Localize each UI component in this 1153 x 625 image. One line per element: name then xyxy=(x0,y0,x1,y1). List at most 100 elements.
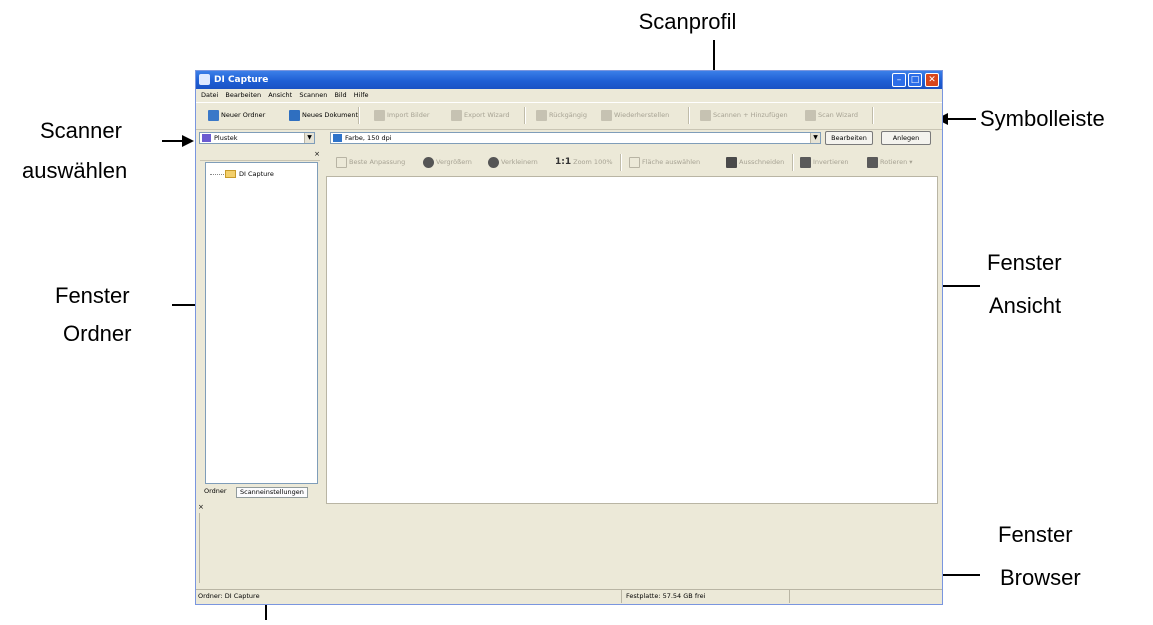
import-images-button[interactable]: Import Bilder xyxy=(374,109,430,121)
maximize-button[interactable]: □ xyxy=(908,73,922,87)
select-area-button[interactable]: Fläche auswählen xyxy=(629,156,700,168)
zoom-ratio-icon: 1:1 xyxy=(555,157,572,167)
folder-pane-close-icon[interactable]: × xyxy=(314,150,320,158)
invert-icon xyxy=(800,156,811,168)
annotation-fenster-browser-line2: Browser xyxy=(1000,565,1081,590)
toolbar-separator xyxy=(524,107,526,124)
crop-icon xyxy=(726,156,737,168)
profile-icon xyxy=(333,134,342,142)
zoom-in-icon xyxy=(423,156,434,168)
annotation-scanprofil: Scanprofil xyxy=(638,9,737,34)
scanner-icon xyxy=(202,134,211,142)
status-divider xyxy=(789,590,790,603)
rotate-button[interactable]: Rotieren ▾ xyxy=(867,156,913,168)
tree-connector xyxy=(210,174,224,175)
chevron-down-icon[interactable]: ▼ xyxy=(810,133,820,143)
folder-tree[interactable]: DI Capture xyxy=(205,162,318,484)
new-folder-button[interactable]: Neuer Ordner xyxy=(208,109,265,121)
zoom-out-button[interactable]: Verkleinern xyxy=(488,156,538,168)
zoom-in-button[interactable]: Vergrößern xyxy=(423,156,472,168)
app-window: DI Capture – □ ✕ Datei Bearbeiten Ansich… xyxy=(195,70,943,605)
undo-icon xyxy=(536,109,547,121)
best-fit-icon xyxy=(336,156,347,168)
tab-scanneinstellungen[interactable]: Scanneinstellungen xyxy=(236,487,308,498)
arrow-scanner-head xyxy=(182,135,194,147)
rotate-icon xyxy=(867,156,878,168)
toolbar-separator xyxy=(872,107,874,124)
app-icon xyxy=(199,74,210,85)
export-icon xyxy=(451,109,462,121)
new-document-icon xyxy=(289,109,300,121)
toolbar-separator xyxy=(358,107,360,124)
menu-scannen[interactable]: Scannen xyxy=(299,91,327,99)
scan-wizard-button[interactable]: Scan Wizard xyxy=(805,109,858,121)
view-toolbar: Beste Anpassung Vergrößern Verkleinern 1… xyxy=(322,150,938,174)
arrow-scanner-line xyxy=(162,140,184,142)
rotate-label: Rotieren xyxy=(880,158,908,166)
annotation-fenster-ordner-line2: Ordner xyxy=(63,321,132,346)
new-document-label: Neues Dokument xyxy=(302,111,359,119)
menu-bar: Datei Bearbeiten Ansicht Scannen Bild Hi… xyxy=(196,89,942,101)
folder-pane-header: × xyxy=(200,150,320,161)
redo-button[interactable]: Wiederherstellen xyxy=(601,109,669,121)
menu-bearbeiten[interactable]: Bearbeiten xyxy=(225,91,261,99)
title-bar[interactable]: DI Capture – □ ✕ xyxy=(196,71,942,89)
zoom-100-button[interactable]: 1:1 Zoom 100% xyxy=(555,156,613,168)
status-disk: Festplatte: 57.54 GB frei xyxy=(626,592,706,600)
image-view-area[interactable] xyxy=(326,176,938,504)
zoom-out-icon xyxy=(488,156,499,168)
new-folder-label: Neuer Ordner xyxy=(221,111,266,119)
menu-ansicht[interactable]: Ansicht xyxy=(268,91,292,99)
zoom-in-label: Vergrößern xyxy=(436,158,472,166)
scan-add-icon xyxy=(700,109,711,121)
select-area-icon xyxy=(629,156,640,168)
browser-pane-edge xyxy=(199,513,200,583)
profile-select[interactable]: Farbe, 150 dpi ▼ xyxy=(330,132,821,144)
select-area-label: Fläche auswählen xyxy=(642,158,701,166)
minimize-button[interactable]: – xyxy=(892,73,906,87)
best-fit-label: Beste Anpassung xyxy=(349,158,406,166)
zoom-100-label: Zoom 100% xyxy=(573,158,613,166)
menu-datei[interactable]: Datei xyxy=(201,91,218,99)
best-fit-button[interactable]: Beste Anpassung xyxy=(336,156,405,168)
browser-pane-close-icon[interactable]: × xyxy=(198,503,204,511)
invert-label: Invertieren xyxy=(813,158,849,166)
create-profile-button[interactable]: Anlegen xyxy=(881,131,931,145)
tree-item[interactable]: DI Capture xyxy=(225,168,274,180)
crop-label: Ausschneiden xyxy=(739,158,785,166)
scanner-select[interactable]: Plustek ▼ xyxy=(199,132,315,144)
new-document-button[interactable]: Neues Dokument xyxy=(289,109,358,121)
window-title: DI Capture xyxy=(214,75,269,85)
scanner-toolbar: Plustek ▼ Farbe, 150 dpi ▼ Bearbeiten An… xyxy=(196,130,942,147)
crop-button[interactable]: Ausschneiden xyxy=(726,156,784,168)
annotation-fenster-browser-line1: Fenster xyxy=(998,522,1073,547)
scan-add-button[interactable]: Scannen + Hinzufügen xyxy=(700,109,788,121)
menu-bild[interactable]: Bild xyxy=(334,91,346,99)
toolbar-separator xyxy=(792,154,794,171)
chevron-down-icon[interactable]: ▼ xyxy=(304,133,314,143)
redo-label: Wiederherstellen xyxy=(614,111,670,119)
scan-wizard-icon xyxy=(805,109,816,121)
status-folder: Ordner: DI Capture xyxy=(198,592,260,600)
annotation-scanner-line1: Scanner xyxy=(40,118,122,143)
export-wizard-label: Export Wizard xyxy=(464,111,510,119)
close-button[interactable]: ✕ xyxy=(925,73,939,87)
scan-add-label: Scannen + Hinzufügen xyxy=(713,111,788,119)
edit-profile-button[interactable]: Bearbeiten xyxy=(825,131,873,145)
tree-item-label: DI Capture xyxy=(239,170,274,178)
export-wizard-button[interactable]: Export Wizard xyxy=(451,109,510,121)
toolbar-separator xyxy=(688,107,690,124)
toolbar-separator xyxy=(620,154,622,171)
invert-button[interactable]: Invertieren xyxy=(800,156,849,168)
view-pane: Beste Anpassung Vergrößern Verkleinern 1… xyxy=(322,150,938,504)
annotation-symbolleiste: Symbolleiste xyxy=(980,106,1105,131)
undo-button[interactable]: Rückgängig xyxy=(536,109,587,121)
tab-ordner[interactable]: Ordner xyxy=(201,487,230,498)
browser-pane[interactable]: × xyxy=(196,503,942,589)
menu-hilfe[interactable]: Hilfe xyxy=(354,91,369,99)
import-icon xyxy=(374,109,385,121)
status-divider xyxy=(621,590,622,603)
arrow-symbolleiste-line xyxy=(948,118,976,120)
annotation-fenster-ansicht-line1: Fenster xyxy=(987,250,1062,275)
status-bar: Ordner: DI Capture Festplatte: 57.54 GB … xyxy=(196,589,942,604)
